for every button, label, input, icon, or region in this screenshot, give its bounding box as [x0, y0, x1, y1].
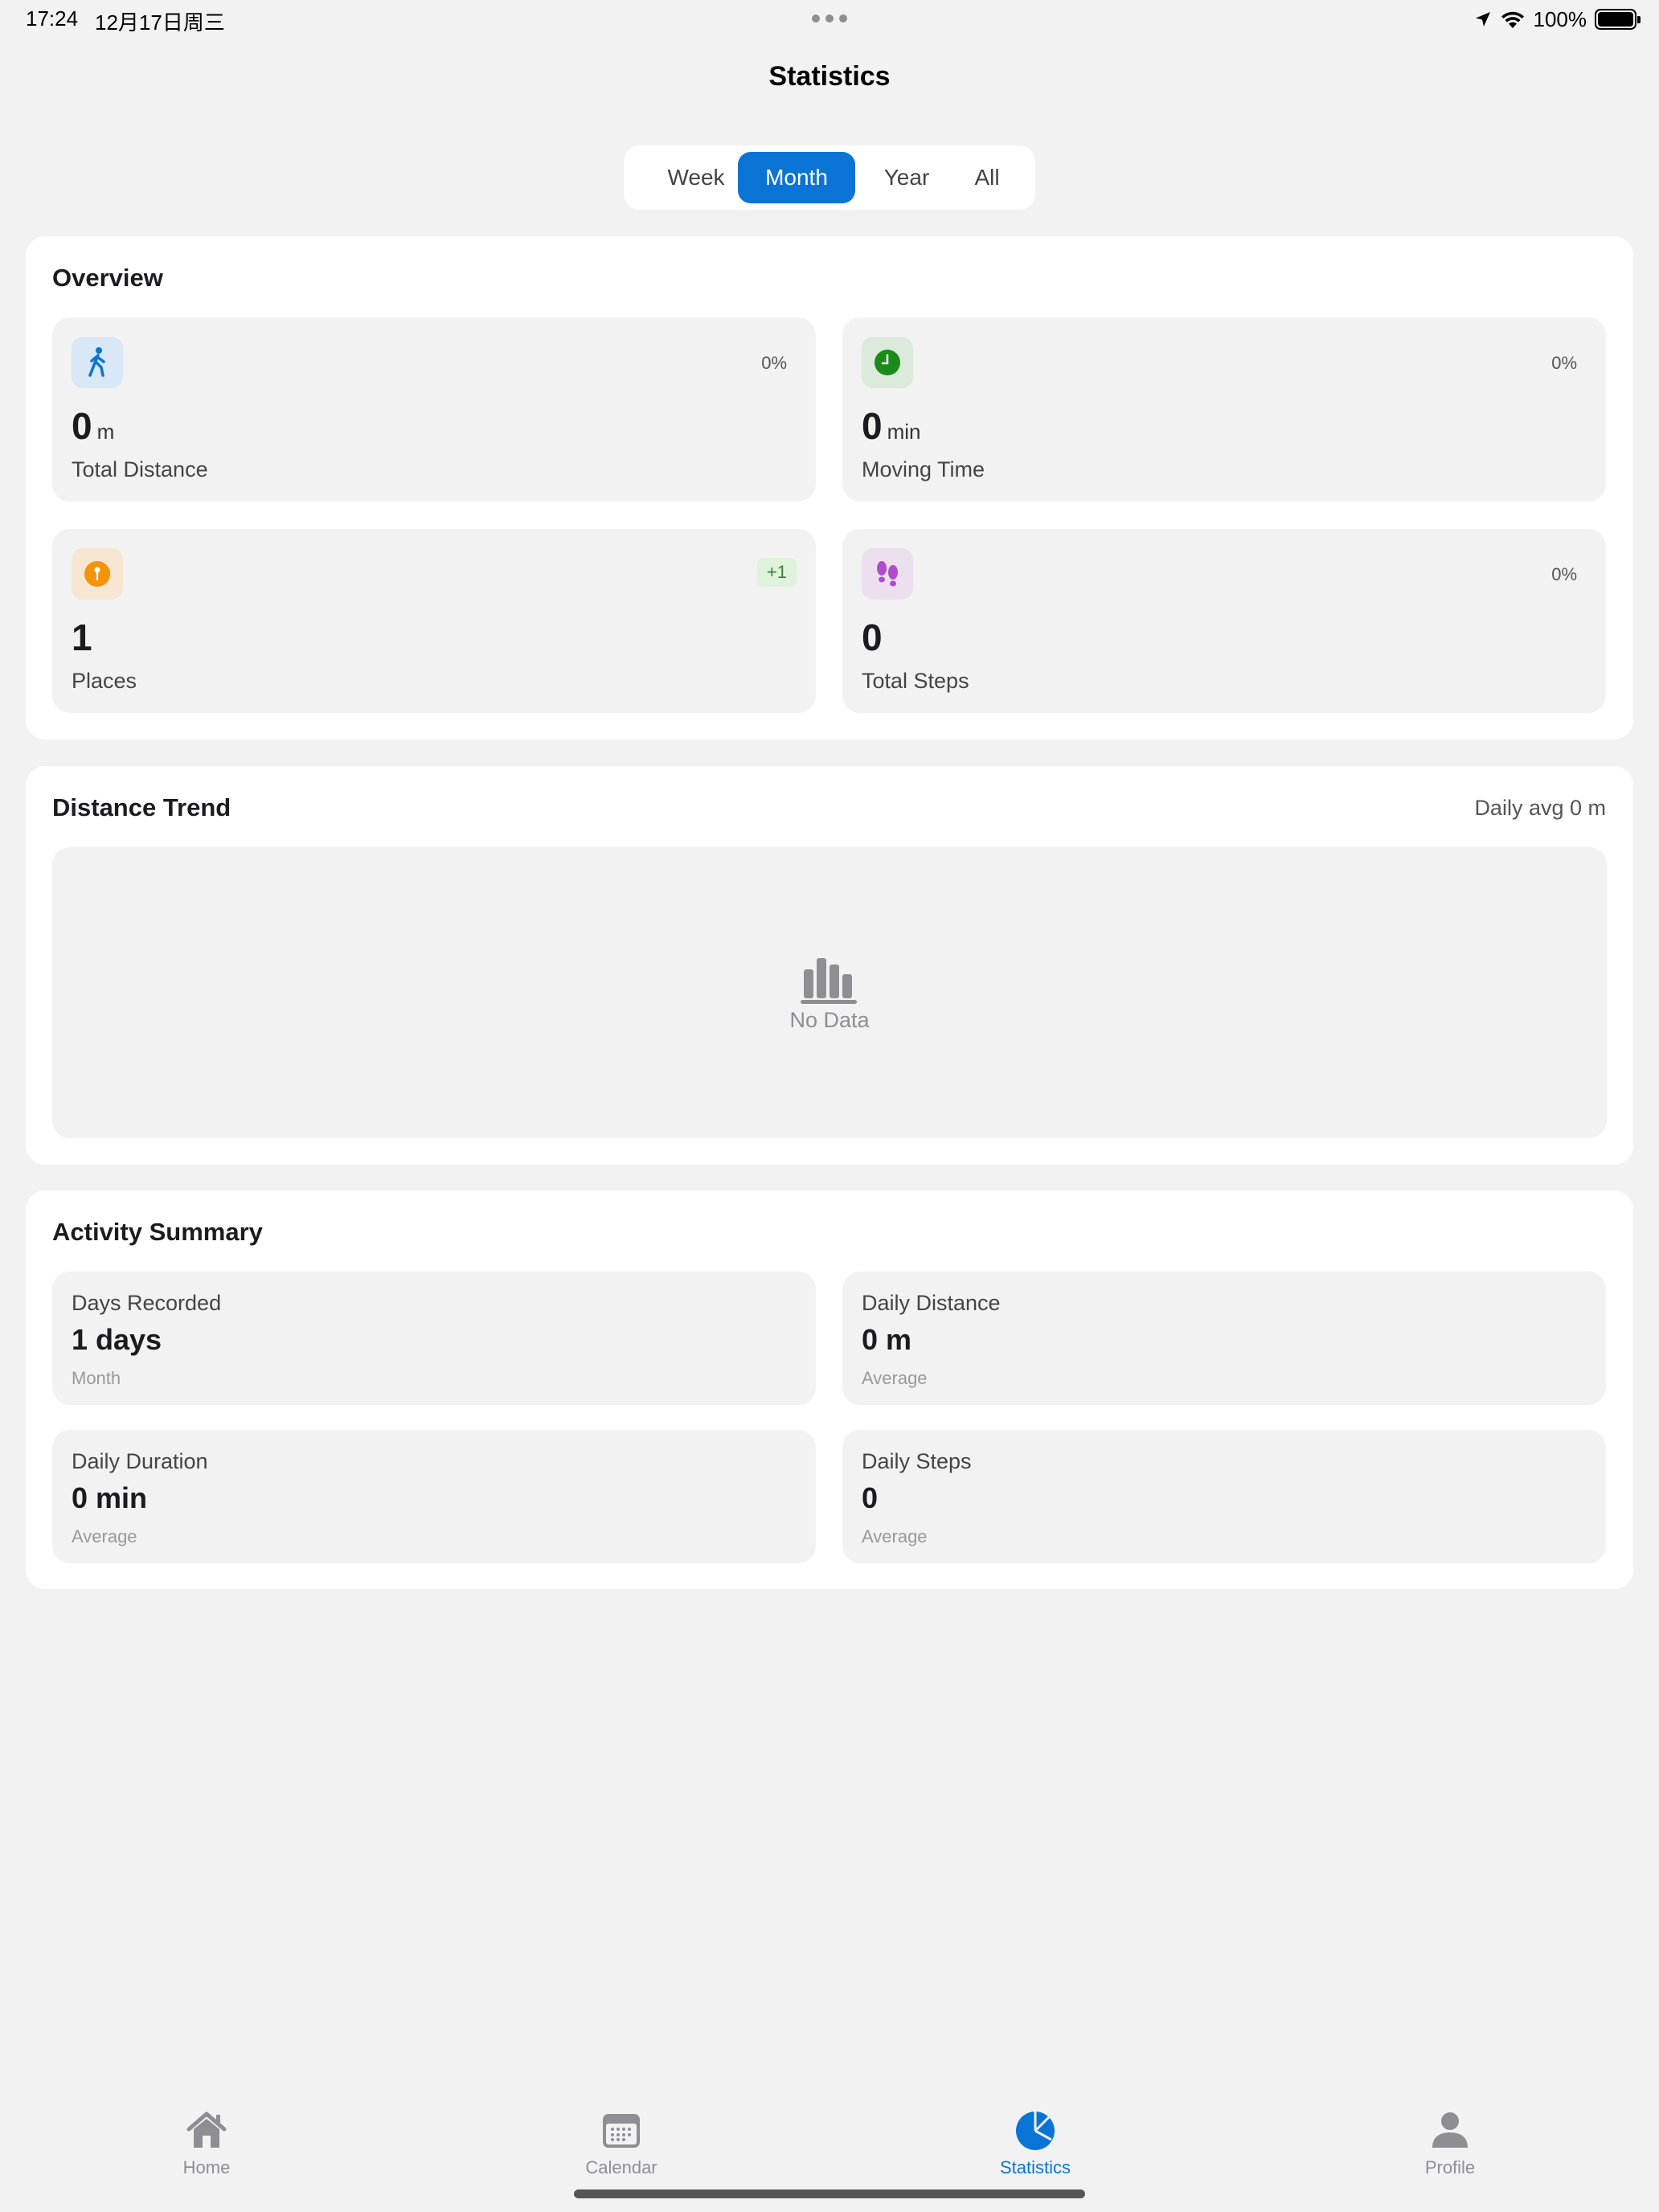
daily-distance-sub: Average — [862, 1368, 928, 1388]
total-distance-value: 0m — [72, 405, 115, 447]
walking-icon — [72, 337, 123, 388]
days-recorded-value: 1 days — [72, 1323, 162, 1356]
daily-duration-tile: Daily Duration 0 min Average — [52, 1430, 816, 1563]
statistics-screen: 17:24 12月17日周三 100% Statistics Week Mont… — [0, 0, 1659, 2212]
overview-card: Overview 0% 0m Total Distance 0% 0min M — [26, 236, 1633, 739]
status-bar: 17:24 12月17日周三 100% — [0, 0, 1659, 39]
total-steps-tile[interactable]: 0% 0 Total Steps — [842, 529, 1606, 713]
tab-profile-label: Profile — [1424, 2157, 1476, 2177]
tab-home-label: Home — [182, 2157, 231, 2177]
activity-summary-title: Activity Summary — [52, 1218, 263, 1246]
location-pin-icon — [72, 548, 123, 600]
tab-statistics[interactable]: Statistics — [955, 2108, 1116, 2178]
overview-title: Overview — [52, 264, 163, 292]
tab-week[interactable]: Week — [643, 152, 749, 203]
house-icon — [186, 2112, 227, 2148]
page-title: Statistics — [768, 61, 891, 92]
period-selector: Week Month Year All — [624, 145, 1035, 210]
total-steps-label: Total Steps — [862, 669, 969, 693]
footprints-icon — [862, 548, 913, 600]
status-indicators: 100% — [1474, 5, 1641, 34]
daily-steps-label: Daily Steps — [862, 1449, 972, 1473]
activity-summary-card: Activity Summary Days Recorded 1 days Mo… — [26, 1190, 1633, 1589]
person-icon — [1432, 2112, 1468, 2148]
places-change-badge: +1 — [756, 558, 797, 587]
home-indicator[interactable] — [574, 2189, 1085, 2198]
daily-duration-label: Daily Duration — [72, 1449, 208, 1473]
moving-time-change: 0% — [1551, 353, 1577, 373]
places-tile[interactable]: +1 1 Places — [52, 529, 816, 713]
total-distance-label: Total Distance — [72, 457, 208, 481]
multitasking-dots-icon[interactable] — [812, 14, 847, 23]
tab-year[interactable]: Year — [858, 152, 955, 203]
places-label: Places — [72, 669, 137, 693]
places-value: 1 — [72, 616, 92, 658]
total-distance-unit: m — [96, 420, 115, 444]
total-steps-change: 0% — [1551, 564, 1577, 584]
battery-icon — [1595, 9, 1641, 30]
days-recorded-tile: Days Recorded 1 days Month — [52, 1272, 816, 1405]
status-date: 12月17日周三 — [95, 10, 225, 35]
days-recorded-sub: Month — [72, 1368, 121, 1388]
tab-profile[interactable]: Profile — [1370, 2108, 1530, 2178]
no-data-text: No Data — [789, 1008, 870, 1032]
calendar-icon — [603, 2114, 640, 2148]
moving-time-tile[interactable]: 0% 0 min Moving Time — [842, 317, 1606, 502]
daily-steps-sub: Average — [862, 1526, 928, 1546]
clock-icon — [862, 337, 913, 388]
daily-steps-tile: Daily Steps 0 Average — [842, 1430, 1606, 1563]
distance-trend-title: Distance Trend — [52, 793, 231, 821]
wifi-icon — [1501, 11, 1524, 28]
tab-statistics-label: Statistics — [999, 2157, 1071, 2177]
moving-time-unit: min — [887, 420, 921, 444]
total-distance-tile[interactable]: 0% 0m Total Distance — [52, 317, 816, 502]
location-arrow-icon — [1475, 12, 1490, 27]
daily-distance-value: 0 m — [862, 1323, 912, 1356]
total-distance-change: 0% — [761, 353, 787, 373]
daily-duration-value: 0 min — [72, 1481, 148, 1514]
distance-trend-chart: No Data — [52, 847, 1607, 1138]
pie-chart-icon — [1016, 2112, 1055, 2150]
tab-home[interactable]: Home — [126, 2108, 287, 2178]
daily-average-distance: Daily avg 0 m — [1474, 796, 1606, 820]
daily-distance-tile: Daily Distance 0 m Average — [842, 1272, 1606, 1405]
status-time: 17:24 — [26, 6, 79, 31]
moving-time-label: Moving Time — [862, 457, 985, 481]
tab-month[interactable]: Month — [738, 152, 855, 203]
total-steps-value: 0 — [862, 616, 883, 658]
moving-time-value: 0 min — [862, 405, 921, 447]
daily-distance-label: Daily Distance — [862, 1291, 1001, 1315]
tab-calendar-label: Calendar — [585, 2157, 657, 2177]
tab-all[interactable]: All — [953, 152, 1021, 203]
distance-trend-card: Distance Trend Daily avg 0 m No Data — [26, 766, 1633, 1165]
battery-percentage: 100% — [1533, 6, 1587, 31]
days-recorded-label: Days Recorded — [72, 1291, 222, 1315]
tab-calendar[interactable]: Calendar — [541, 2108, 702, 2178]
daily-steps-value: 0 — [862, 1481, 879, 1514]
bar-chart-icon — [801, 958, 857, 1004]
daily-duration-sub: Average — [72, 1526, 137, 1546]
